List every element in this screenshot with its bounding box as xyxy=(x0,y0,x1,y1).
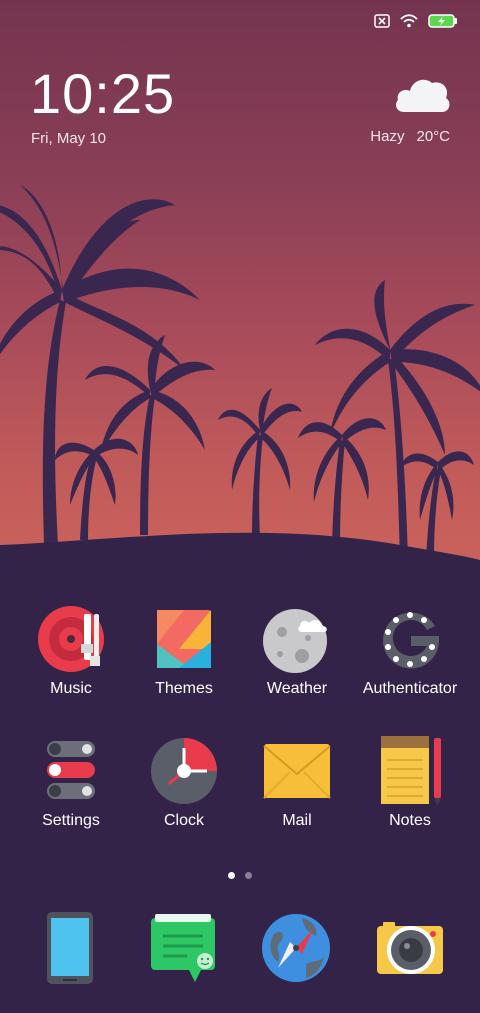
sim-error-icon xyxy=(374,14,390,28)
app-label: Music xyxy=(50,680,92,697)
dock-phone[interactable] xyxy=(30,908,110,988)
page-dot-active[interactable] xyxy=(228,872,235,879)
cloud-icon[interactable] xyxy=(394,74,452,119)
app-label: Themes xyxy=(155,680,213,697)
dock-messaging[interactable] xyxy=(143,908,223,988)
app-notes[interactable]: Notes xyxy=(354,736,466,830)
themes-icon xyxy=(149,604,219,674)
battery-charging-icon xyxy=(428,14,458,28)
clock-icon xyxy=(149,736,219,806)
camera-icon xyxy=(377,922,443,974)
notes-icon xyxy=(375,736,445,806)
app-weather[interactable]: Weather xyxy=(241,604,353,698)
settings-icon xyxy=(36,736,106,806)
weather-condition: Hazy xyxy=(370,128,405,145)
wifi-icon xyxy=(400,14,418,28)
status-bar xyxy=(374,10,458,32)
app-label: Settings xyxy=(42,812,100,829)
wallpaper xyxy=(0,185,480,1013)
app-mail[interactable]: Mail xyxy=(241,736,353,830)
app-label: Authenticator xyxy=(362,680,458,697)
app-label: Weather xyxy=(266,680,328,697)
music-icon xyxy=(36,604,106,674)
app-label: Mail xyxy=(282,812,312,829)
dock-browser[interactable] xyxy=(256,908,336,988)
lockscreen-time[interactable]: 10:25 xyxy=(30,66,175,122)
home-screen: 10:25 Fri, May 10 Hazy 20°C Music Themes… xyxy=(0,0,480,1013)
phone-icon xyxy=(47,912,93,984)
app-label: Notes xyxy=(389,812,431,829)
messaging-icon xyxy=(151,914,215,982)
weather-temperature: 20°C xyxy=(416,128,450,145)
app-clock[interactable]: Clock xyxy=(128,736,240,830)
authenticator-icon xyxy=(375,604,445,674)
weather-icon xyxy=(262,604,332,674)
weather-widget[interactable]: Hazy 20°C xyxy=(370,128,450,145)
app-authenticator[interactable]: Authenticator xyxy=(354,604,466,698)
page-indicator[interactable] xyxy=(0,872,480,879)
mail-icon xyxy=(262,736,332,806)
app-settings[interactable]: Settings xyxy=(15,736,127,830)
app-themes[interactable]: Themes xyxy=(128,604,240,698)
app-music[interactable]: Music xyxy=(15,604,127,698)
page-dot[interactable] xyxy=(245,872,252,879)
lockscreen-date[interactable]: Fri, May 10 xyxy=(31,130,106,147)
app-label: Clock xyxy=(163,812,204,829)
dock-camera[interactable] xyxy=(369,908,449,988)
browser-icon xyxy=(262,914,330,982)
